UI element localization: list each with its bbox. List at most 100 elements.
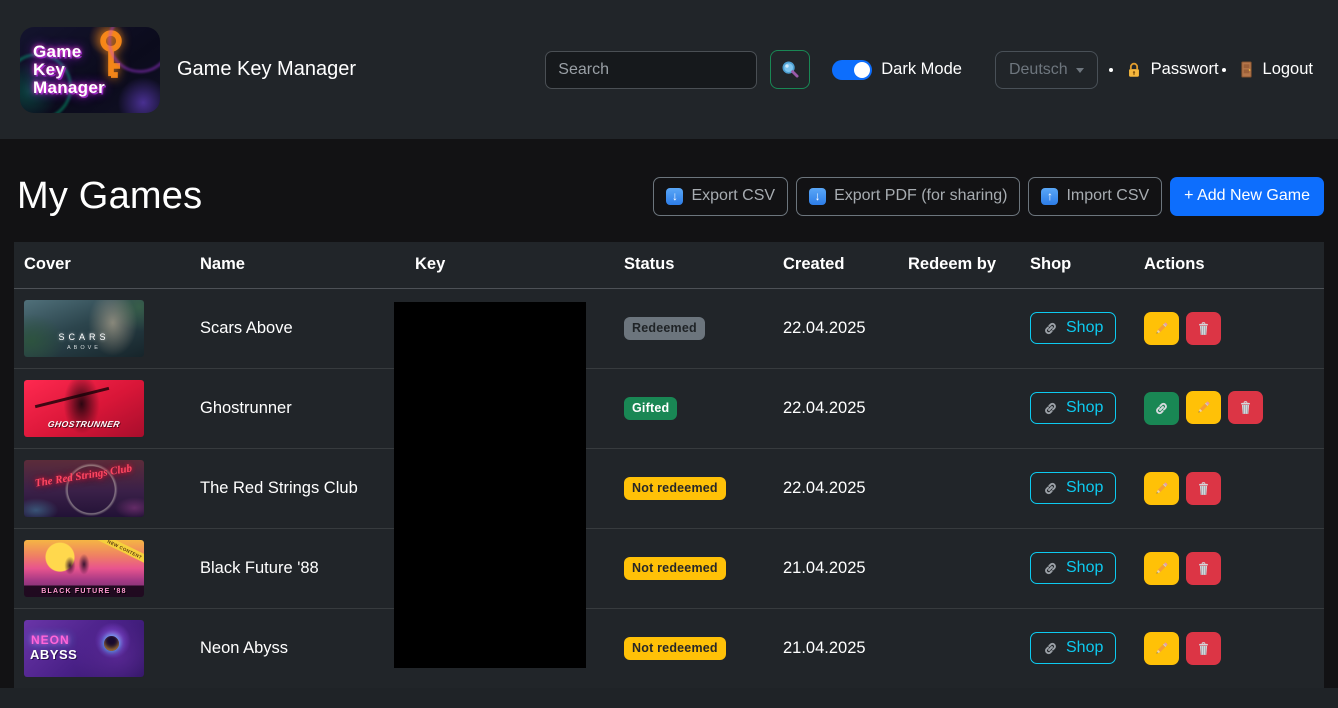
pencil-icon <box>1153 640 1170 657</box>
row-actions <box>1134 608 1324 688</box>
shop-button[interactable]: Shop <box>1030 392 1116 424</box>
toolbar: Export CSV Export PDF (for sharing) Impo… <box>653 177 1324 216</box>
shop-button[interactable]: Shop <box>1030 632 1116 664</box>
created-date: 21.04.2025 <box>773 608 898 688</box>
lock-icon <box>1125 61 1143 79</box>
edit-button[interactable] <box>1144 312 1179 345</box>
row-actions <box>1134 368 1324 448</box>
status-badge: Redeemed <box>624 317 705 340</box>
app-logo[interactable]: Game Key Manager <box>20 27 160 113</box>
delete-button[interactable] <box>1186 472 1221 505</box>
link-icon <box>1043 321 1058 336</box>
col-header-cover: Cover <box>14 242 190 288</box>
pencil-icon <box>1195 399 1212 416</box>
key-redaction-overlay <box>394 302 586 668</box>
shop-button[interactable]: Shop <box>1030 552 1116 584</box>
password-link[interactable]: Passwort <box>1125 60 1219 79</box>
redeem-by-date <box>898 368 1020 448</box>
edit-button[interactable] <box>1144 472 1179 505</box>
link-icon <box>1043 401 1058 416</box>
delete-button[interactable] <box>1186 632 1221 665</box>
download-icon <box>809 188 826 205</box>
gift-link-button[interactable] <box>1144 392 1179 425</box>
edit-button[interactable] <box>1144 552 1179 585</box>
game-name: The Red Strings Club <box>190 448 405 528</box>
footer-strip <box>0 688 1338 708</box>
door-icon <box>1238 60 1255 79</box>
search-button[interactable] <box>770 50 810 89</box>
search-input[interactable] <box>545 51 757 89</box>
redeem-by-date <box>898 528 1020 608</box>
col-header-actions: Actions <box>1134 242 1324 288</box>
games-table: Cover Name Key Status Created Redeem by … <box>14 242 1324 689</box>
row-actions <box>1134 448 1324 528</box>
game-cover[interactable]: NEON ABYSS <box>24 620 144 677</box>
table-row: GHOSTRUNNER Ghostrunner Gifted 22.04.202… <box>14 368 1324 448</box>
redeem-by-date <box>898 288 1020 368</box>
row-actions <box>1134 528 1324 608</box>
trash-icon <box>1195 640 1212 657</box>
pencil-icon <box>1153 480 1170 497</box>
col-header-name: Name <box>190 242 405 288</box>
link-icon <box>1043 481 1058 496</box>
chevron-down-icon <box>1076 68 1084 73</box>
link-icon <box>1043 641 1058 656</box>
game-name: Scars Above <box>190 288 405 368</box>
export-pdf-button[interactable]: Export PDF (for sharing) <box>796 177 1020 216</box>
game-name: Black Future '88 <box>190 528 405 608</box>
import-csv-button[interactable]: Import CSV <box>1028 177 1162 216</box>
dark-mode-label: Dark Mode <box>881 60 962 79</box>
status-badge: Not redeemed <box>624 557 726 580</box>
redeem-by-date <box>898 448 1020 528</box>
dark-mode-toggle[interactable] <box>832 60 872 80</box>
navbar: Game Key Manager Game Key Manager Dark M… <box>0 0 1338 139</box>
col-header-created: Created <box>773 242 898 288</box>
delete-button[interactable] <box>1228 391 1263 424</box>
table-row: SCARS ABOVE Scars Above Redeemed 22.04.2… <box>14 288 1324 368</box>
app-title[interactable]: Game Key Manager <box>177 58 356 81</box>
status-badge: Not redeemed <box>624 637 726 660</box>
col-header-status: Status <box>614 242 773 288</box>
add-new-game-button[interactable]: + Add New Game <box>1170 177 1324 216</box>
created-date: 22.04.2025 <box>773 288 898 368</box>
trash-icon <box>1195 480 1212 497</box>
trash-icon <box>1237 399 1254 416</box>
pencil-icon <box>1153 560 1170 577</box>
table-header-row: Cover Name Key Status Created Redeem by … <box>14 242 1324 288</box>
delete-button[interactable] <box>1186 552 1221 585</box>
created-date: 22.04.2025 <box>773 448 898 528</box>
language-dropdown[interactable]: Deutsch <box>995 51 1098 89</box>
delete-button[interactable] <box>1186 312 1221 345</box>
logo-text: Game Key Manager <box>33 42 105 96</box>
pencil-icon <box>1153 320 1170 337</box>
page-header: My Games Export CSV Export PDF (for shar… <box>14 167 1324 225</box>
trash-icon <box>1195 320 1212 337</box>
game-cover[interactable]: BLACK FUTURE '88 NEW CONTENT <box>24 540 144 597</box>
trash-icon <box>1195 560 1212 577</box>
status-badge: Not redeemed <box>624 477 726 500</box>
page-title: My Games <box>17 175 202 218</box>
created-date: 22.04.2025 <box>773 368 898 448</box>
game-cover[interactable]: SCARS ABOVE <box>24 300 144 357</box>
redeem-by-date <box>898 608 1020 688</box>
table-row: The Red Strings Club The Red Strings Clu… <box>14 448 1324 528</box>
created-date: 21.04.2025 <box>773 528 898 608</box>
logout-link[interactable]: Logout <box>1238 60 1313 79</box>
link-icon <box>1154 401 1169 416</box>
status-badge: Gifted <box>624 397 677 420</box>
download-icon <box>666 188 683 205</box>
table-row: NEON ABYSS Neon Abyss Not redeemed 21.04… <box>14 608 1324 688</box>
edit-button[interactable] <box>1186 391 1221 424</box>
game-cover[interactable]: The Red Strings Club <box>24 460 144 517</box>
shop-button[interactable]: Shop <box>1030 472 1116 504</box>
link-icon <box>1043 561 1058 576</box>
separator-dot <box>1222 68 1226 72</box>
game-cover[interactable]: GHOSTRUNNER <box>24 380 144 437</box>
table-row: BLACK FUTURE '88 NEW CONTENT Black Futur… <box>14 528 1324 608</box>
separator-dot <box>1109 68 1113 72</box>
shop-button[interactable]: Shop <box>1030 312 1116 344</box>
export-csv-button[interactable]: Export CSV <box>653 177 788 216</box>
upload-icon <box>1041 188 1058 205</box>
edit-button[interactable] <box>1144 632 1179 665</box>
magnifier-icon <box>780 59 801 80</box>
